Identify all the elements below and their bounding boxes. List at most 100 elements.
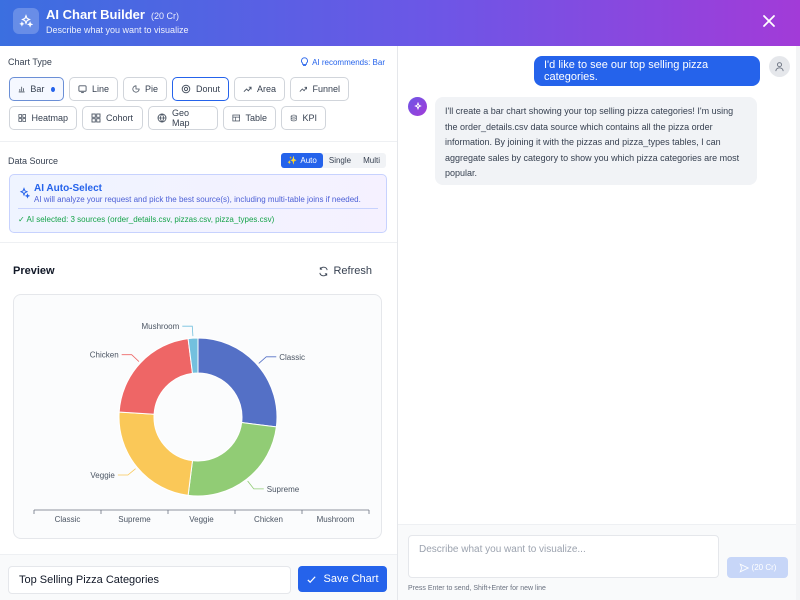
slice-label: Chicken (90, 351, 119, 360)
chart-type-bar[interactable]: Bar (9, 77, 64, 101)
credits-badge: (20 Cr) (150, 11, 179, 21)
donut-slice-supreme[interactable] (187, 421, 277, 497)
app-header: AI Chart Builder (20 Cr) Describe what yo… (0, 0, 800, 46)
ai-auto-select-title: AI Auto-Select (34, 183, 102, 194)
refresh-icon (319, 266, 329, 276)
donut-chart-icon (181, 84, 191, 94)
sparkles-icon (19, 187, 30, 199)
ai-avatar-icon (408, 97, 427, 116)
chart-type-area[interactable]: Area (234, 77, 285, 101)
scrollbar[interactable] (796, 46, 800, 600)
donut-slice-chicken[interactable] (118, 338, 194, 415)
bar-chart-icon (18, 86, 25, 93)
ai-auto-select-description: AI will analyze your request and pick th… (34, 195, 361, 204)
data-source-mode-toggle: ✨ Auto Single Multi (281, 153, 386, 168)
chart-type-area-label: Area (256, 84, 276, 94)
chat-input[interactable] (408, 535, 719, 578)
chat-composer: (20 Cr) Press Enter to send, Shift+Enter… (398, 524, 800, 600)
chart-type-donut-label: Donut (195, 84, 220, 94)
mode-auto-label: Auto (300, 156, 317, 165)
chart-type-bar-label: Bar (30, 84, 45, 94)
chart-type-heatmap[interactable]: Heatmap (9, 106, 77, 130)
chart-type-line-label: Line (91, 84, 109, 94)
slice-label: Supreme (267, 485, 300, 494)
slice-label: Classic (279, 353, 305, 362)
chart-type-cohort-label: Cohort (106, 113, 134, 123)
donut-slice-veggie[interactable] (118, 411, 194, 496)
chart-name-input[interactable] (8, 566, 291, 594)
chart-type-kpi-label: KPI (302, 113, 317, 123)
category-tick-label: Classic (55, 515, 81, 524)
category-tick-label: Chicken (254, 515, 283, 524)
chart-type-geo-map[interactable]: Geo Map (148, 106, 218, 130)
label-leader-line (258, 356, 277, 364)
divider (18, 208, 378, 209)
slice-label: Mushroom (141, 322, 179, 331)
chart-type-pie[interactable]: Pie (123, 77, 167, 101)
pie-chart-icon (132, 85, 140, 93)
ai-recommendation: AI recommends: Bar (300, 57, 385, 67)
save-chart-button[interactable]: Save Chart (298, 566, 387, 592)
chart-type-pie-label: Pie (144, 84, 158, 94)
save-chart-label: Save Chart (323, 573, 379, 585)
refresh-label: Refresh (333, 265, 372, 277)
mode-auto-button[interactable]: ✨ Auto (281, 153, 323, 168)
chart-type-funnel-label: Funnel (312, 84, 340, 94)
chart-type-cohort[interactable]: Cohort (82, 106, 143, 130)
chat-panel: I'd like to see our top selling pizza ca… (398, 46, 800, 600)
cohort-icon (91, 113, 101, 123)
area-chart-icon (243, 86, 252, 93)
close-icon[interactable] (760, 12, 778, 30)
ai-auto-select-panel: AI Auto-Select AI will analyze your requ… (9, 174, 387, 233)
chart-type-table[interactable]: Table (223, 106, 276, 130)
database-icon (290, 114, 297, 122)
chart-type-donut[interactable]: Donut (172, 77, 229, 101)
mode-multi-button[interactable]: Multi (357, 153, 386, 168)
heatmap-icon (18, 114, 27, 122)
send-button[interactable]: (20 Cr) (727, 557, 788, 578)
data-source-label: Data Source (8, 156, 59, 166)
sparkle-icon: ✨ (287, 156, 298, 165)
app-title-text: AI Chart Builder (46, 7, 145, 22)
preview-title: Preview (13, 265, 55, 277)
lightbulb-icon (301, 57, 309, 66)
chart-type-heatmap-label: Heatmap (31, 113, 68, 123)
globe-icon (157, 113, 167, 123)
send-icon (739, 562, 749, 573)
chart-type-table-label: Table (245, 113, 267, 123)
label-leader-line (121, 354, 140, 362)
donut-chart: Classic Supreme Veggie Chicken Mushroom Class… (33, 322, 370, 524)
recommended-dot (51, 86, 55, 92)
category-tick-label: Veggie (189, 515, 214, 524)
send-credits: (20 Cr) (751, 563, 777, 572)
chart-type-line[interactable]: Line (69, 77, 118, 101)
composer-hint: Press Enter to send, Shift+Enter for new… (408, 585, 546, 592)
label-leader-line (117, 468, 136, 476)
app-subtitle: Describe what you want to visualize (46, 25, 189, 35)
app-title: AI Chart Builder (20 Cr) (46, 7, 179, 22)
sparkles-logo-icon (13, 8, 39, 34)
chart-type-geo-map-label: Geo Map (172, 108, 190, 128)
chart-type-label: Chart Type (8, 57, 52, 67)
chart-type-kpi[interactable]: KPI (281, 106, 326, 130)
divider (0, 242, 397, 243)
save-bar: Save Chart (0, 554, 397, 600)
label-leader-line (182, 325, 194, 337)
funnel-chart-icon (299, 86, 308, 92)
check-icon (307, 575, 317, 583)
assistant-message: I'll create a bar chart showing your top… (435, 97, 757, 185)
user-avatar-icon (769, 56, 790, 77)
donut-slice-classic[interactable] (197, 337, 278, 428)
ai-recommendation-text: AI recommends: Bar (312, 57, 385, 67)
chart-type-funnel[interactable]: Funnel (290, 77, 349, 101)
slice-label: Veggie (90, 471, 115, 480)
divider (0, 141, 397, 142)
refresh-button[interactable]: Refresh (318, 265, 372, 277)
category-tick-label: Mushroom (317, 515, 355, 524)
category-tick-label: Supreme (118, 515, 151, 524)
label-leader-line (247, 480, 264, 490)
mode-single-button[interactable]: Single (323, 153, 357, 168)
user-message: I'd like to see our top selling pizza ca… (534, 56, 760, 86)
ai-selected-sources: ✓ AI selected: 3 sources (order_details.… (18, 215, 275, 224)
config-panel: Chart Type AI recommends: Bar Bar Line P… (0, 46, 398, 600)
